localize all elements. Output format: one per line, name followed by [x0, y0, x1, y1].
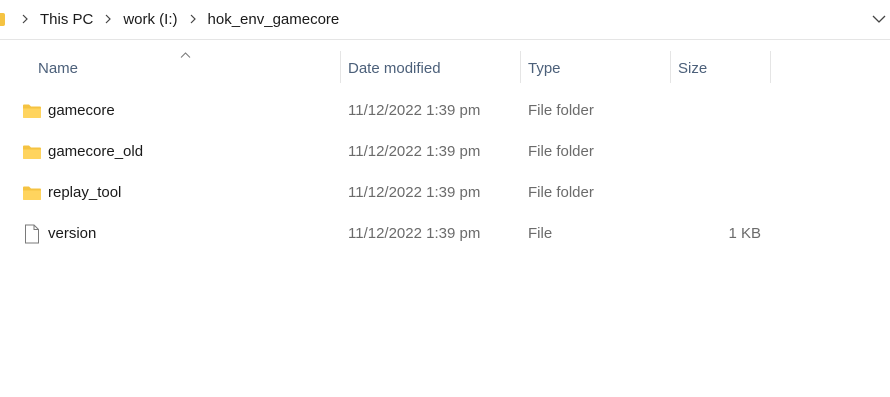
file-size	[678, 131, 761, 172]
file-row[interactable]: gamecore 11/12/2022 1:39 pm File folder	[0, 90, 890, 131]
file-size	[678, 90, 761, 131]
file-name: replay_tool	[48, 184, 122, 201]
column-header-type[interactable]: Type	[520, 48, 670, 88]
address-history-dropdown-button[interactable]	[868, 8, 890, 30]
chevron-down-icon	[872, 15, 886, 23]
chevron-right-icon[interactable]	[185, 11, 201, 27]
breadcrumb-item-current-folder[interactable]: hok_env_gamecore	[206, 9, 342, 30]
column-header-name[interactable]: Name	[30, 48, 340, 88]
file-name: gamecore_old	[48, 143, 144, 160]
breadcrumb-item-this-pc[interactable]: This PC	[38, 9, 95, 30]
column-headers: Name Date modified Type Size	[0, 48, 890, 88]
file-list: gamecore 11/12/2022 1:39 pm File folder …	[0, 90, 890, 254]
file-type: File folder	[528, 143, 594, 160]
file-row[interactable]: version 11/12/2022 1:39 pm File 1 KB	[0, 213, 890, 254]
file-date-modified: 11/12/2022 1:39 pm	[348, 143, 481, 160]
folder-icon	[22, 142, 42, 162]
column-header-size[interactable]: Size	[670, 48, 770, 88]
file-type: File	[528, 225, 553, 242]
file-size: 1 KB	[728, 225, 761, 242]
file-row[interactable]: gamecore_old 11/12/2022 1:39 pm File fol…	[0, 131, 890, 172]
chevron-right-icon[interactable]	[100, 11, 116, 27]
file-icon	[22, 224, 42, 244]
breadcrumb: This PC work (I:) hok_env_gamecore	[0, 0, 341, 38]
address-bar[interactable]: This PC work (I:) hok_env_gamecore	[0, 0, 890, 40]
file-row[interactable]: replay_tool 11/12/2022 1:39 pm File fold…	[0, 172, 890, 213]
file-date-modified: 11/12/2022 1:39 pm	[348, 102, 481, 119]
column-divider[interactable]	[770, 51, 771, 83]
folder-icon	[22, 101, 42, 121]
chevron-right-icon[interactable]	[17, 11, 33, 27]
file-size	[678, 172, 761, 213]
file-name: gamecore	[48, 102, 115, 119]
folder-icon	[0, 12, 5, 26]
column-header-date-modified[interactable]: Date modified	[340, 48, 520, 88]
file-type: File folder	[528, 102, 594, 119]
file-date-modified: 11/12/2022 1:39 pm	[348, 225, 481, 242]
file-date-modified: 11/12/2022 1:39 pm	[348, 184, 481, 201]
file-type: File folder	[528, 184, 594, 201]
folder-icon	[22, 183, 42, 203]
file-name: version	[48, 225, 97, 242]
breadcrumb-item-work-drive[interactable]: work (I:)	[121, 9, 179, 30]
